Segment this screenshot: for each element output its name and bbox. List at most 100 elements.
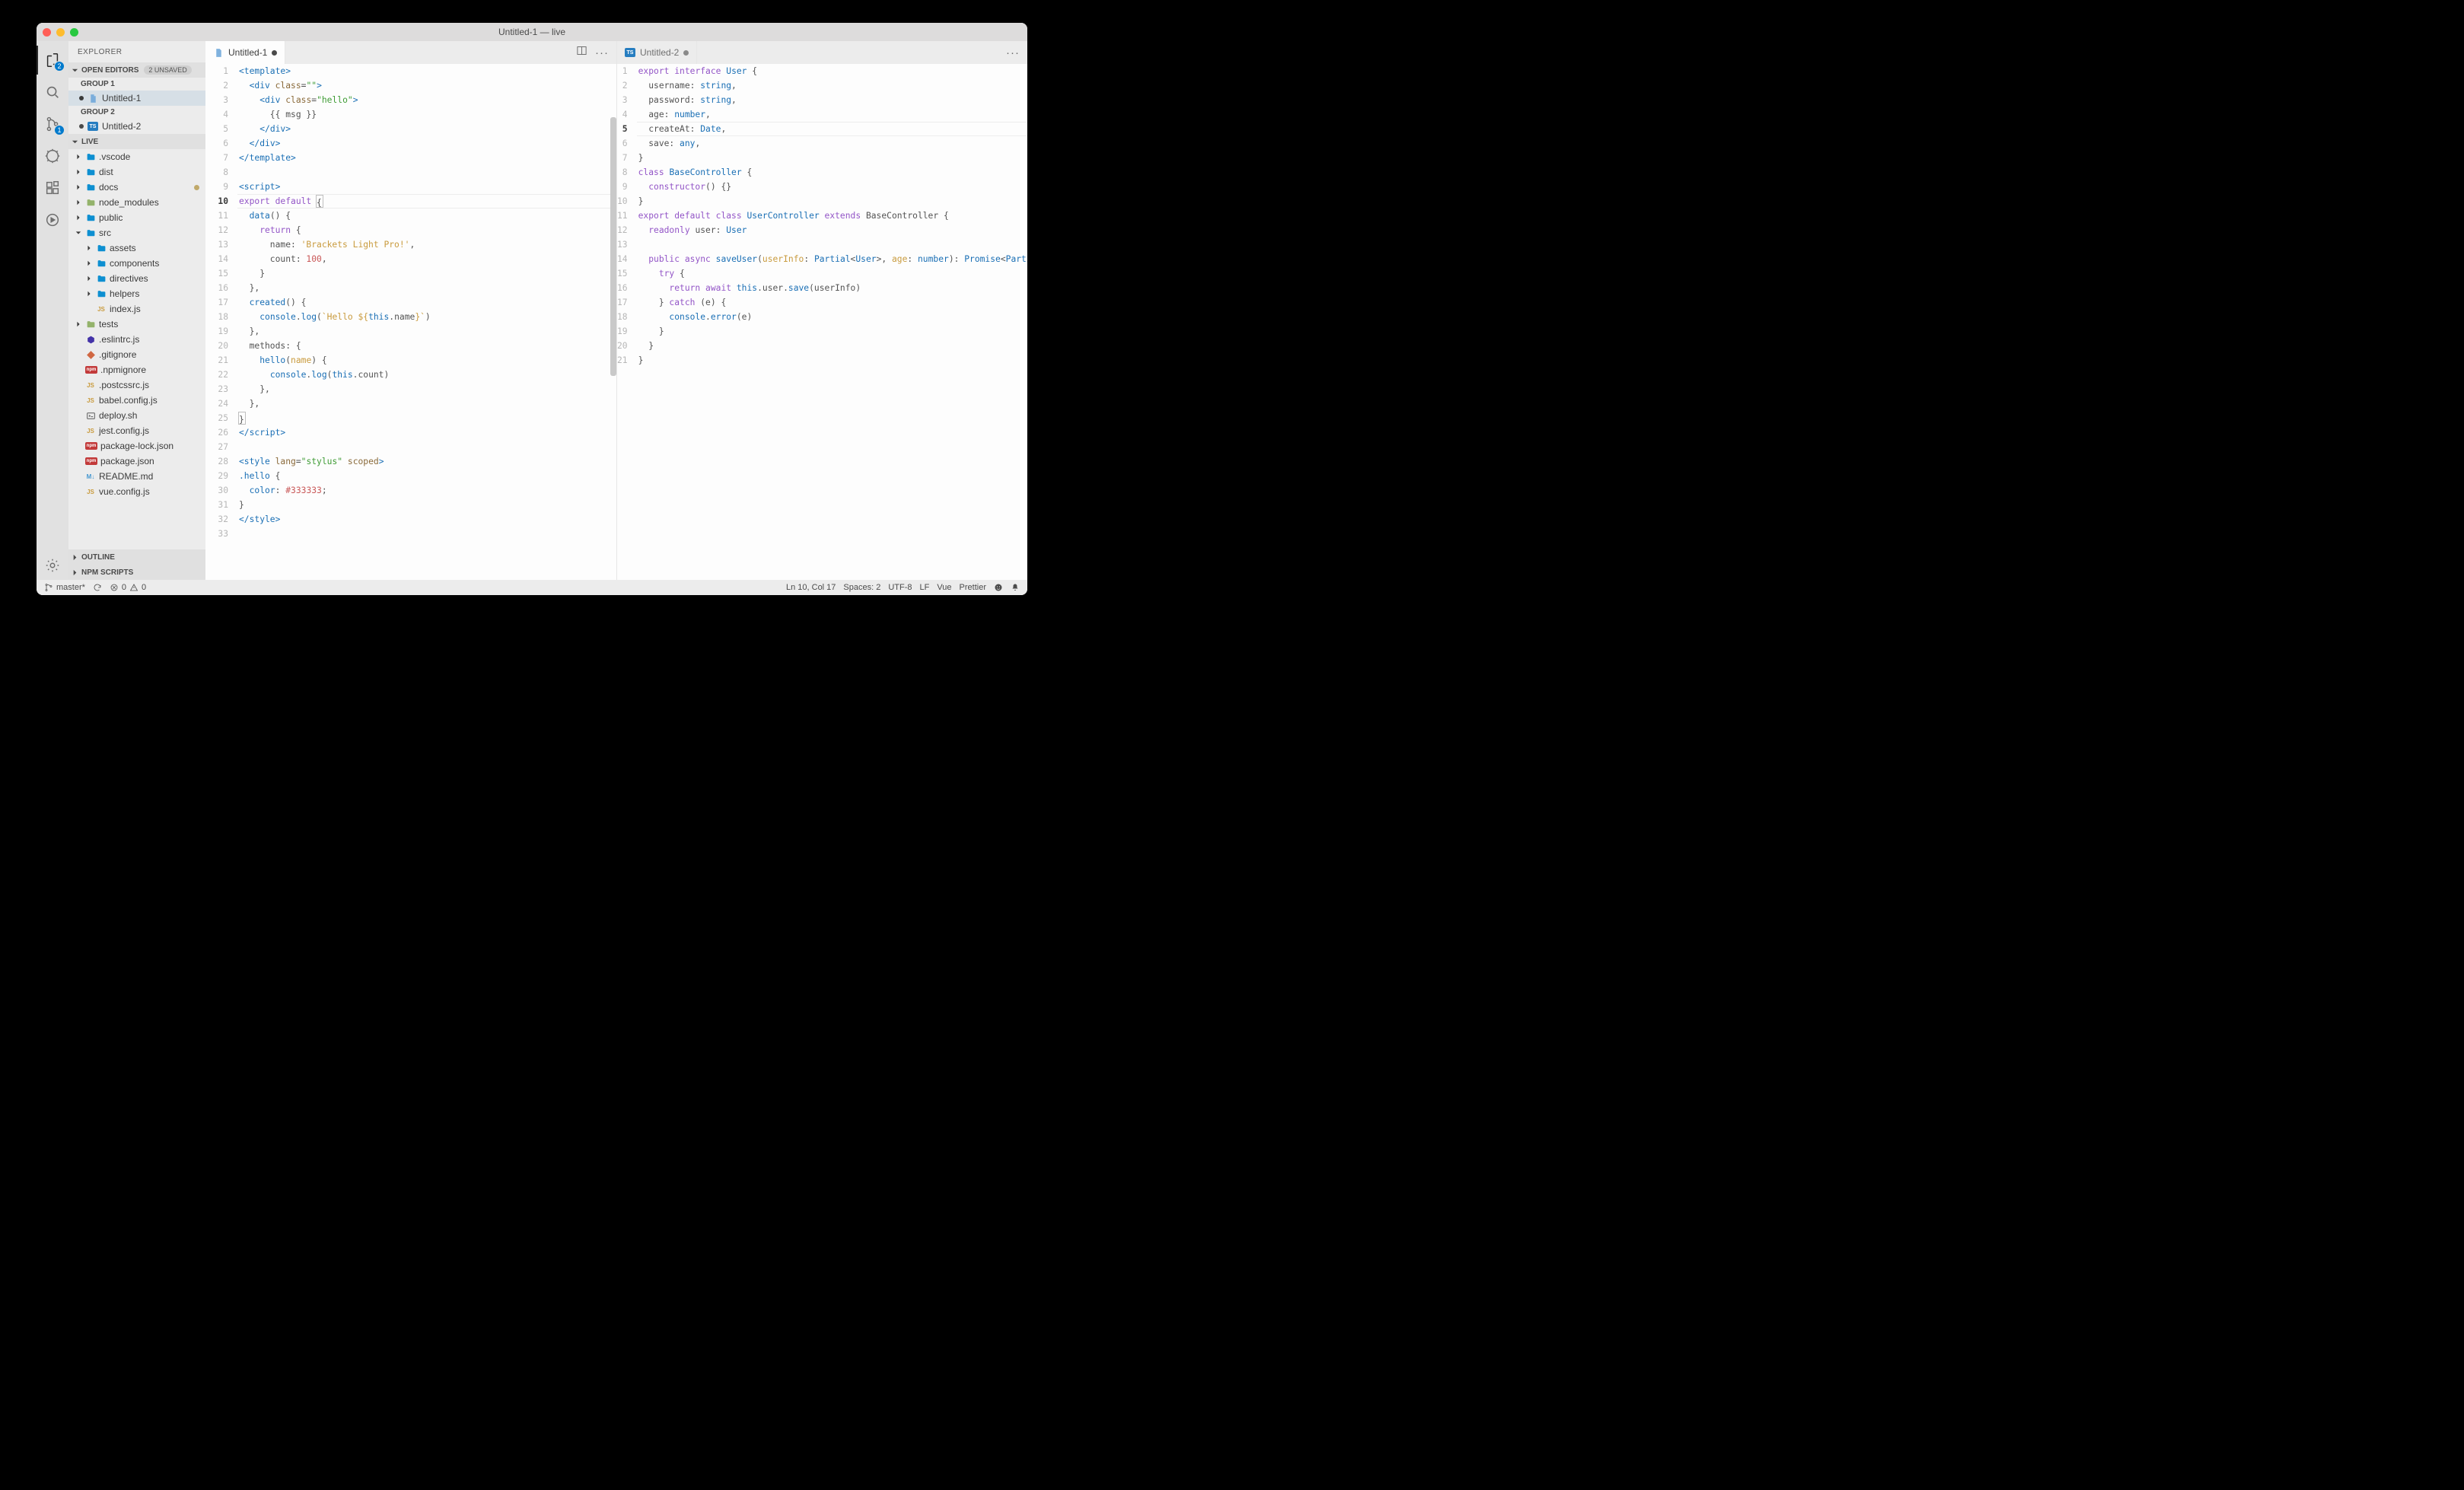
group-2-label: GROUP 2: [68, 106, 205, 119]
file-babel-config[interactable]: JSbabel.config.js: [68, 393, 205, 408]
file-vue-config[interactable]: JSvue.config.js: [68, 484, 205, 499]
file-postcssrc[interactable]: JS.postcssrc.js: [68, 377, 205, 393]
folder-src[interactable]: src: [68, 225, 205, 240]
source-control-icon[interactable]: 1: [37, 110, 68, 138]
status-problems[interactable]: 0 0: [110, 583, 146, 592]
open-editor-untitled-1[interactable]: Untitled-1: [68, 91, 205, 106]
extensions-icon[interactable]: [37, 174, 68, 202]
close-window-button[interactable]: [43, 28, 51, 37]
npm-scripts-label: NPM SCRIPTS: [81, 568, 133, 577]
status-eol[interactable]: LF: [920, 583, 930, 592]
editor-2[interactable]: 123456789101112131415161718192021 export…: [617, 64, 1027, 580]
status-language[interactable]: Vue: [937, 583, 951, 592]
explorer-title: EXPLORER: [68, 41, 205, 62]
folder-vscode[interactable]: .vscode: [68, 149, 205, 164]
activity-bar: 2 1: [37, 41, 68, 580]
tree-item-label: tests: [99, 319, 118, 330]
status-cursor[interactable]: Ln 10, Col 17: [786, 583, 836, 592]
folder-assets[interactable]: assets: [68, 240, 205, 256]
tree-item-label: .eslintrc.js: [99, 334, 139, 345]
debug-icon[interactable]: [37, 142, 68, 170]
split-editor-icon[interactable]: [576, 45, 587, 60]
status-bar: master* 0 0 Ln 10, Col 17 Spaces: 2 UTF-…: [37, 580, 1027, 595]
tree-item-label: components: [110, 258, 159, 269]
dirty-dot-icon: [79, 96, 84, 100]
open-editors-header[interactable]: OPEN EDITORS 2 UNSAVED: [68, 62, 205, 78]
file-deploy-sh[interactable]: deploy.sh: [68, 408, 205, 423]
status-bell-icon[interactable]: [1011, 583, 1020, 592]
file-icon: [213, 47, 224, 58]
folder-docs[interactable]: docs: [68, 180, 205, 195]
open-editor-untitled-2[interactable]: TS Untitled-2: [68, 119, 205, 134]
chevron-right-icon: [75, 154, 82, 160]
explorer-sidebar: EXPLORER OPEN EDITORS 2 UNSAVED GROUP 1 …: [68, 41, 205, 580]
editor-group-2: TS Untitled-2 ··· 1234567891011121314151…: [616, 41, 1027, 580]
outline-header[interactable]: OUTLINE: [68, 549, 205, 565]
folder-helpers[interactable]: helpers: [68, 286, 205, 301]
maximize-window-button[interactable]: [70, 28, 78, 37]
folder-icon: [96, 273, 107, 284]
explorer-icon[interactable]: 2: [37, 46, 68, 75]
folder-node-modules[interactable]: node_modules: [68, 195, 205, 210]
folder-components[interactable]: components: [68, 256, 205, 271]
tab-untitled-1[interactable]: Untitled-1: [205, 41, 285, 64]
tree-item-label: .gitignore: [99, 349, 136, 360]
chevron-down-icon: [72, 67, 79, 74]
settings-gear-icon[interactable]: [37, 551, 68, 580]
file-package-lock[interactable]: npmpackage-lock.json: [68, 438, 205, 454]
tree-item-label: babel.config.js: [99, 395, 158, 406]
chevron-right-icon: [85, 260, 93, 266]
tree-item-label: .npmignore: [100, 365, 146, 375]
run-icon[interactable]: [37, 205, 68, 234]
workspace-label: LIVE: [81, 138, 98, 146]
file-package-json[interactable]: npmpackage.json: [68, 454, 205, 469]
npm-icon: npm: [85, 457, 97, 465]
folder-icon: [85, 212, 96, 223]
eslint-icon: [85, 334, 96, 345]
file-npmignore[interactable]: npm.npmignore: [68, 362, 205, 377]
status-indent[interactable]: Spaces: 2: [843, 583, 880, 592]
chevron-right-icon: [85, 245, 93, 251]
open-editor-label: Untitled-2: [102, 121, 141, 132]
open-editor-label: Untitled-1: [102, 93, 141, 103]
shell-icon: [85, 410, 96, 421]
editor-1[interactable]: 1234567891011121314151617181920212223242…: [205, 64, 616, 580]
status-errors: 0: [122, 583, 126, 592]
titlebar[interactable]: Untitled-1 — live: [37, 23, 1027, 41]
tree-item-label: README.md: [99, 471, 153, 482]
chevron-right-icon: [72, 554, 79, 561]
file-eslintrc[interactable]: .eslintrc.js: [68, 332, 205, 347]
chevron-right-icon: [85, 275, 93, 282]
tree-item-label: helpers: [110, 288, 139, 299]
status-feedback-icon[interactable]: [994, 583, 1003, 592]
file-index-js[interactable]: JSindex.js: [68, 301, 205, 317]
file-jest-config[interactable]: JSjest.config.js: [68, 423, 205, 438]
npm-icon: npm: [85, 366, 97, 374]
unsaved-count: 2 UNSAVED: [144, 65, 191, 75]
tab-untitled-2[interactable]: TS Untitled-2: [617, 41, 697, 64]
search-icon[interactable]: [37, 78, 68, 107]
status-sync[interactable]: [93, 583, 102, 592]
status-branch[interactable]: master*: [44, 583, 85, 592]
status-encoding: UTF-8: [888, 583, 912, 592]
tree-item-label: jest.config.js: [99, 425, 149, 436]
folder-icon: [85, 197, 96, 208]
status-encoding[interactable]: UTF-8: [888, 583, 912, 592]
minimize-window-button[interactable]: [56, 28, 65, 37]
folder-dist[interactable]: dist: [68, 164, 205, 180]
file-gitignore[interactable]: .gitignore: [68, 347, 205, 362]
folder-directives[interactable]: directives: [68, 271, 205, 286]
folder-public[interactable]: public: [68, 210, 205, 225]
status-warnings: 0: [142, 583, 146, 592]
file-readme[interactable]: M↓README.md: [68, 469, 205, 484]
folder-tests[interactable]: tests: [68, 317, 205, 332]
npm-scripts-header[interactable]: NPM SCRIPTS: [68, 565, 205, 580]
workspace-header[interactable]: LIVE: [68, 134, 205, 149]
folder-icon: [96, 288, 107, 299]
git-icon: [85, 349, 96, 360]
status-prettier: Prettier: [960, 583, 986, 592]
status-prettier[interactable]: Prettier: [960, 583, 986, 592]
more-actions-icon[interactable]: ···: [1006, 46, 1020, 59]
more-actions-icon[interactable]: ···: [595, 46, 609, 59]
scm-badge: 1: [54, 125, 65, 135]
